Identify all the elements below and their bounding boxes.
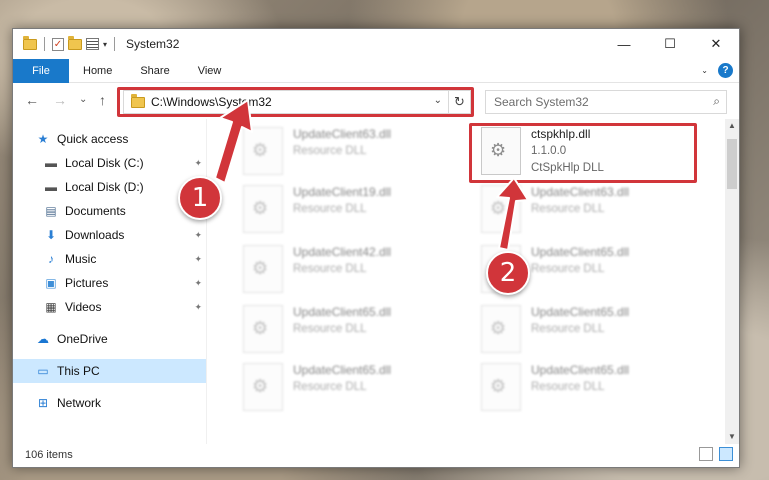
arrow-1-icon xyxy=(214,99,253,184)
callout-1: 1 xyxy=(178,176,222,220)
callout-2: 2 xyxy=(486,251,530,295)
annotation-arrows xyxy=(214,99,529,251)
arrow-2-icon xyxy=(496,177,529,251)
